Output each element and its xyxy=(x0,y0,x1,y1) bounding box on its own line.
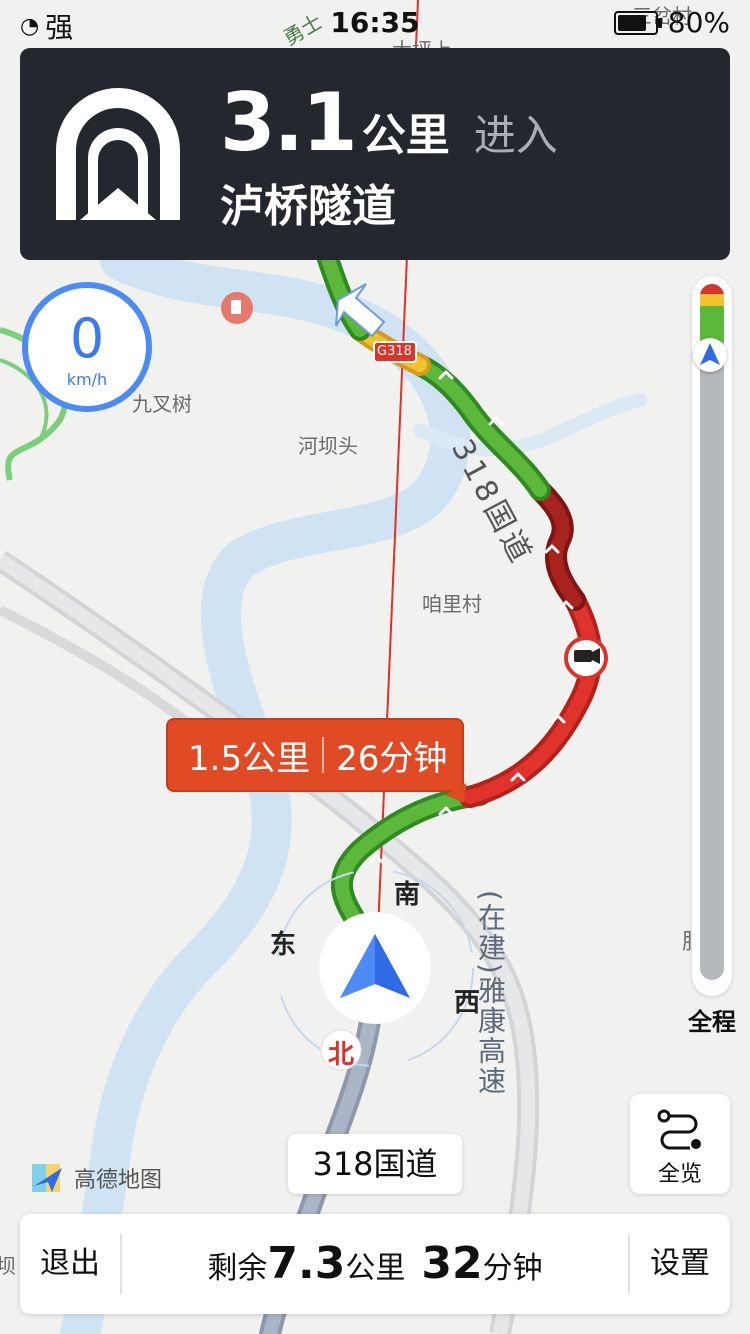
exit-button[interactable]: 退出 xyxy=(20,1214,120,1314)
amap-logo: 高德地图 xyxy=(30,1160,162,1196)
map-label-village-3: 咱里村 xyxy=(422,592,482,616)
speed-camera-icon xyxy=(564,636,608,680)
gas-station-icon xyxy=(221,292,253,324)
battery-level-fill xyxy=(617,14,646,31)
amap-logo-text: 高德地图 xyxy=(74,1168,163,1193)
compass-south: 南 xyxy=(394,880,421,910)
route-progress-track xyxy=(700,284,724,980)
map-label-village-1: 九叉树 xyxy=(132,392,192,416)
map-label-left-edge: 坝 xyxy=(0,1254,16,1278)
settings-button[interactable]: 设置 xyxy=(630,1214,730,1314)
guidance-distance-unit: 公里 xyxy=(361,110,450,161)
speed-indicator: 0 km/h xyxy=(22,282,152,412)
g318-shield-label: G318 xyxy=(377,344,412,359)
remaining-distance-unit: 公里 xyxy=(345,1251,406,1286)
battery-icon xyxy=(613,10,662,35)
compass-north[interactable]: 北 xyxy=(328,1034,354,1071)
guidance-action: 进入 xyxy=(473,111,558,160)
progress-position-marker xyxy=(693,338,727,372)
overview-button[interactable]: 全览 xyxy=(630,1094,730,1194)
bubble-divider xyxy=(322,737,325,773)
route-progress-bar[interactable] xyxy=(692,276,732,996)
route-segment-bubble[interactable]: 1.5公里 26分钟 xyxy=(166,718,464,792)
progress-seg-yellow xyxy=(700,294,724,306)
battery-percent: 80% xyxy=(667,6,730,39)
guidance-panel[interactable]: 3.1 公里 进入 泸桥隧道 xyxy=(20,48,730,260)
compass-west: 西 xyxy=(454,988,481,1018)
remaining-distance: 7.3 xyxy=(267,1238,346,1289)
remaining-prefix: 剩余 xyxy=(207,1251,268,1286)
compass-east: 东 xyxy=(270,930,297,960)
speed-unit: km/h xyxy=(66,370,108,389)
remaining-time: 32 xyxy=(421,1238,483,1289)
progress-seg-red xyxy=(700,284,724,294)
nav-arrow-small-icon xyxy=(700,343,720,365)
tunnel-icon xyxy=(56,88,180,220)
overview-label: 全览 xyxy=(657,1162,702,1187)
remaining-summary: 剩余 7.3 公里 32 分钟 xyxy=(122,1214,628,1314)
remaining-time-unit: 分钟 xyxy=(482,1251,543,1286)
bottom-bar: 退出 剩余 7.3 公里 32 分钟 设置 xyxy=(20,1214,730,1314)
speed-value: 0 xyxy=(69,307,105,370)
route-overview-icon xyxy=(657,1109,701,1150)
guidance-distance: 3.1 xyxy=(220,76,358,169)
map-label-village-2: 河坝头 xyxy=(298,434,358,458)
full-route-label[interactable]: 全程 xyxy=(680,1002,744,1037)
progress-seg-green xyxy=(700,306,724,342)
amap-logo-icon xyxy=(32,1164,62,1192)
bubble-time: 26分钟 xyxy=(336,738,448,779)
status-bar: ◔ 强 16:35 80% xyxy=(0,0,750,48)
guidance-road-name: 泸桥隧道 xyxy=(220,181,396,232)
current-road-label: 318国道 xyxy=(288,1134,462,1194)
bubble-distance: 1.5公里 xyxy=(188,738,311,779)
